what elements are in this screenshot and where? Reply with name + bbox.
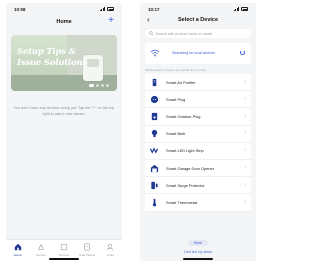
outdoor-plug-icon	[151, 112, 158, 121]
device-label: Smart LED Light Strip	[166, 148, 204, 154]
device-label: Smart Outdoor Plug	[166, 113, 201, 119]
device-label: Smart Surge Protector	[166, 182, 205, 188]
panel-icon	[84, 243, 90, 251]
banner-title-line1: Setup Tips &	[17, 47, 77, 57]
status-indicators	[99, 7, 114, 11]
bulb-icon	[151, 130, 158, 138]
surge-protector-icon	[151, 181, 158, 189]
empty-state-text: You don't have any devices setup yet. Ta…	[13, 106, 115, 116]
home-indicator	[49, 258, 79, 260]
tab-label: Home	[13, 252, 22, 257]
device-label: Smart Air Purifier	[166, 79, 196, 85]
nav-bar: ‹ Select a Device	[140, 15, 256, 27]
plug-icon	[150, 95, 159, 103]
tab-home[interactable]: Home	[8, 243, 28, 261]
status-time: 10:58	[14, 7, 26, 12]
loading-spinner-icon	[240, 50, 245, 55]
nav-bar: Home +	[6, 15, 122, 29]
search-placeholder: Search with product name or model	[155, 31, 213, 36]
device-row-plug[interactable]: Smart Plug ›	[145, 91, 251, 109]
device-row-light-strip[interactable]: Smart LED Light Strip ›	[145, 142, 251, 160]
device-list: Smart Air Purifier › Smart Plug › Smart …	[145, 74, 251, 212]
chevron-right-icon: ›	[244, 147, 246, 154]
local-scan-card: Searching for local devices	[145, 43, 251, 64]
page-title: Home	[56, 19, 72, 25]
chevron-right-icon: ›	[244, 78, 246, 85]
status-bar: 10:58	[6, 3, 122, 15]
tab-label: Links	[106, 252, 114, 257]
add-device-button[interactable]: +	[108, 16, 114, 26]
home-screen: 10:58 Home + Setup Tips & Issue Solution…	[6, 3, 122, 261]
device-label: Smart Thermostat	[166, 199, 198, 205]
search-input[interactable]: Search with product name or model	[145, 29, 251, 38]
groups-icon	[60, 243, 68, 251]
search-icon	[149, 31, 154, 36]
user-icon	[107, 243, 114, 251]
device-label: Smart Bulb	[166, 131, 186, 137]
more-button[interactable]: More	[188, 240, 208, 246]
setup-tips-banner[interactable]: Setup Tips & Issue Solutions	[11, 35, 117, 91]
chevron-right-icon: ›	[244, 181, 246, 188]
wifi-scan-icon	[150, 49, 160, 57]
battery-icon	[107, 7, 114, 11]
device-label: Smart Plug	[166, 96, 186, 102]
battery-icon	[241, 7, 248, 11]
chevron-right-icon: ›	[244, 112, 246, 119]
device-row-bulb[interactable]: Smart Bulb ›	[145, 125, 251, 143]
select-hint: Please select a device you would like to…	[145, 68, 207, 72]
chevron-right-icon: ›	[244, 198, 246, 205]
air-purifier-icon	[152, 78, 157, 86]
tab-label: Scenes	[35, 252, 46, 257]
carousel-dot[interactable]	[89, 84, 94, 87]
home-indicator	[183, 258, 213, 260]
device-row-air-purifier[interactable]: Smart Air Purifier ›	[145, 74, 251, 92]
signal-icon	[233, 7, 239, 11]
light-strip-icon	[150, 147, 159, 154]
carousel-dot[interactable]	[96, 84, 99, 87]
carousel-dot[interactable]	[101, 84, 104, 87]
chevron-right-icon: ›	[244, 130, 246, 137]
tab-scenes[interactable]: Scenes	[31, 243, 51, 261]
tab-label: Wall Panels	[79, 252, 96, 257]
device-row-outdoor-plug[interactable]: Smart Outdoor Plug ›	[145, 108, 251, 126]
page-title: Select a Device	[177, 17, 219, 23]
thermostat-icon	[152, 198, 157, 207]
device-row-thermostat[interactable]: Smart Thermostat ›	[145, 194, 251, 212]
garage-icon	[150, 164, 159, 172]
status-bar: 10:17	[140, 3, 256, 15]
signal-icon	[99, 7, 105, 11]
scenes-icon	[37, 243, 44, 250]
tab-links[interactable]: Links	[100, 243, 120, 261]
banner-title-line2: Issue Solutions	[17, 58, 88, 68]
status-time: 10:17	[148, 7, 160, 12]
status-indicators	[233, 7, 248, 11]
tab-wall-panels[interactable]: Wall Panels	[77, 243, 97, 261]
carousel-dot[interactable]	[106, 84, 109, 87]
chevron-right-icon: ›	[244, 95, 246, 102]
select-device-screen: 10:17 ‹ Select a Device Search with prod…	[140, 3, 256, 261]
device-row-garage-door[interactable]: Smart Garage Door Opener ›	[145, 159, 251, 178]
chevron-right-icon: ›	[244, 164, 246, 171]
cant-find-device-link[interactable]: Can't find my device	[140, 250, 256, 254]
home-icon	[14, 243, 21, 251]
device-label: Smart Garage Door Opener	[166, 165, 215, 171]
carousel-dots[interactable]	[89, 84, 109, 87]
tab-label: Groups	[59, 252, 69, 257]
device-row-surge-protector[interactable]: Smart Surge Protector ›	[145, 177, 251, 195]
scan-status-text: Searching for local devices	[172, 51, 215, 55]
